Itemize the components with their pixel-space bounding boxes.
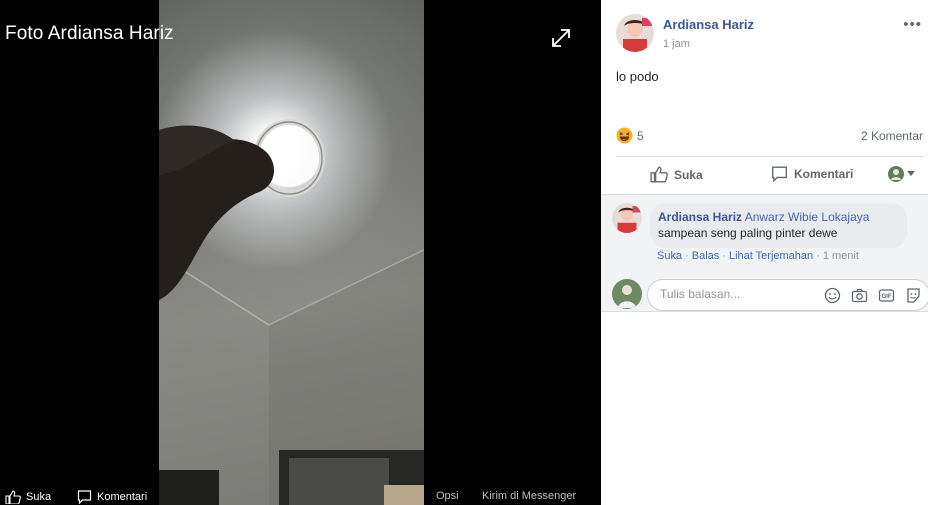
viewer-title: Foto Ardiansa Hariz	[5, 23, 174, 44]
comment-text: sampean seng paling pinter dewe	[658, 226, 838, 240]
post-action-bar: Suka Komentari	[616, 157, 926, 193]
facebook-photo-theater: Foto Ardiansa Hariz Suka Komentari Opsi …	[0, 0, 928, 505]
viewer-like-label: Suka	[26, 491, 52, 503]
post-author-name[interactable]: Ardiansa Hariz	[663, 17, 754, 32]
post-photo[interactable]	[159, 0, 424, 505]
comment-reply-link[interactable]: Balas	[692, 250, 720, 262]
reaction-count: 5	[637, 128, 644, 143]
like-button[interactable]: Suka	[650, 166, 703, 183]
comment-author[interactable]: Ardiansa Hariz	[658, 210, 742, 224]
comment-timestamp[interactable]: 1 menit	[823, 250, 859, 262]
profile-avatar-icon	[888, 166, 904, 182]
comment-label: Komentari	[794, 167, 854, 181]
expand-icon[interactable]	[550, 27, 572, 49]
comment-translate-link[interactable]: Lihat Terjemahan	[729, 250, 813, 262]
viewer-comment-button[interactable]: Komentari	[77, 490, 147, 504]
comment-icon	[772, 166, 787, 182]
comment-like-link[interactable]: Suka	[657, 250, 682, 262]
post-text: lo podo	[616, 69, 659, 84]
viewer-send-label: Kirim di Messenger	[482, 490, 577, 502]
viewer-like-button[interactable]: Suka	[5, 490, 51, 504]
svg-text:GIF: GIF	[882, 294, 892, 300]
reply-input[interactable]	[660, 287, 810, 301]
comment-bubble: Ardiansa Hariz Anwarz Wibie Lokajaya sam…	[650, 203, 907, 248]
thumbs-up-icon	[650, 166, 668, 183]
photo-viewer: Foto Ardiansa Hariz Suka Komentari Opsi …	[0, 0, 601, 505]
viewer-send-messenger-button[interactable]: Kirim di Messenger	[482, 490, 576, 502]
caret-down-icon	[907, 171, 915, 176]
emoji-icon[interactable]	[824, 287, 841, 304]
thumbs-up-icon	[5, 490, 21, 504]
gif-icon[interactable]: GIF	[878, 287, 895, 304]
viewer-options-label: Opsi	[436, 490, 459, 502]
post-more-options-button[interactable]: •••	[903, 16, 922, 33]
sticker-icon[interactable]	[905, 287, 922, 304]
separator-dot: ·	[685, 250, 689, 262]
reply-tools: GIF	[824, 287, 922, 304]
comment-tagged-user[interactable]: Anwarz Wibie Lokajaya	[745, 210, 870, 224]
comment-actions: Suka · Balas · Lihat Terjemahan · 1 menit	[657, 250, 859, 262]
camera-icon[interactable]	[851, 287, 868, 304]
commenter-avatar[interactable]	[612, 203, 642, 233]
separator-dot: ·	[722, 250, 726, 262]
viewer-bottom-bar: Suka Komentari Opsi Kirim di Messenger	[0, 487, 601, 505]
comment-button[interactable]: Komentari	[771, 166, 853, 182]
post-as-selector[interactable]	[888, 166, 915, 182]
reaction-summary[interactable]: 5	[616, 127, 644, 144]
comments-count-link[interactable]: 2 Komentar	[861, 129, 923, 143]
post-timestamp[interactable]: 1 jam	[663, 38, 690, 50]
post-sidebar: Ardiansa Hariz 1 jam ••• lo podo 5 2 Kom…	[601, 0, 928, 505]
current-user-avatar[interactable]	[612, 279, 642, 309]
post-header: Ardiansa Hariz 1 jam •••	[616, 14, 926, 54]
viewer-options-button[interactable]: Opsi	[436, 490, 459, 502]
comment-icon	[77, 490, 92, 504]
haha-reaction-icon	[616, 127, 633, 144]
separator-dot: ·	[816, 250, 820, 262]
comments-section: Ardiansa Hariz Anwarz Wibie Lokajaya sam…	[601, 194, 928, 312]
reply-composer: GIF	[647, 279, 928, 311]
like-label: Suka	[674, 167, 703, 182]
viewer-comment-label: Komentari	[97, 491, 148, 503]
author-avatar[interactable]	[616, 14, 654, 52]
